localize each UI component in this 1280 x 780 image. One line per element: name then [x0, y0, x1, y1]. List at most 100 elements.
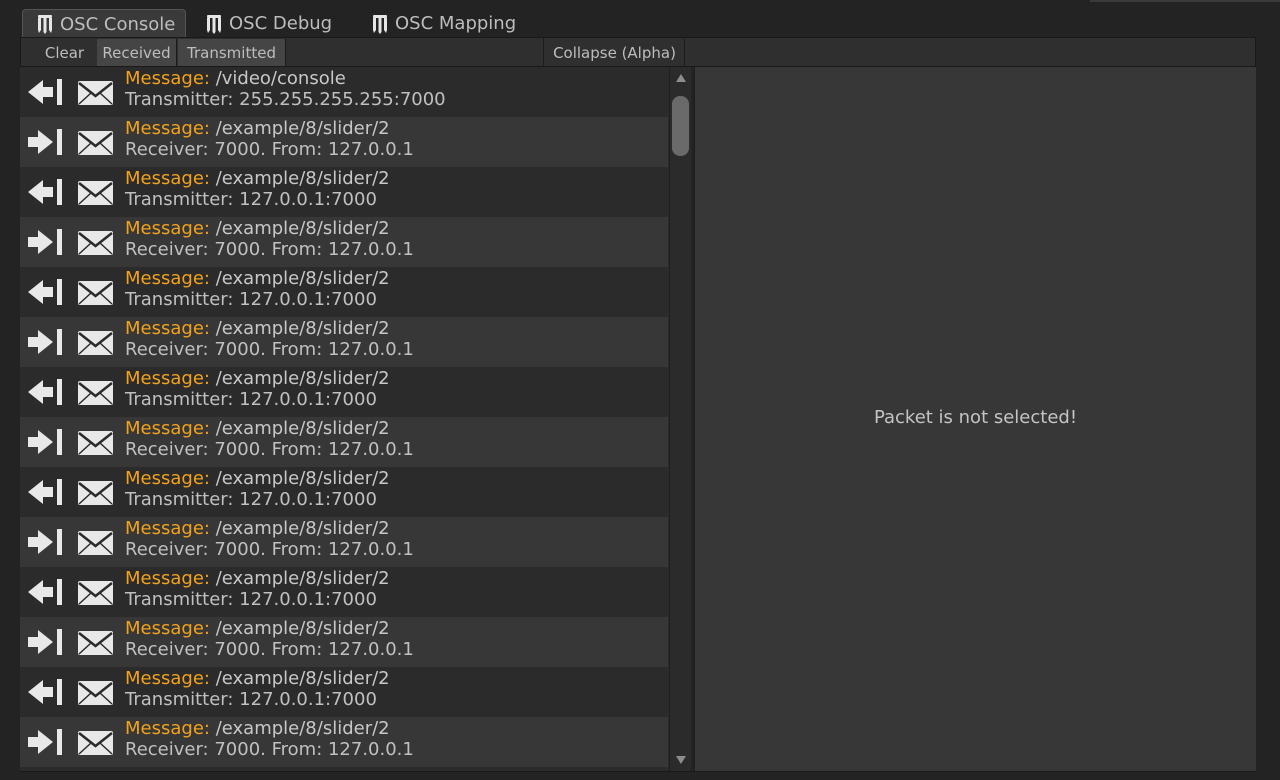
scroll-down-icon[interactable]	[676, 756, 686, 764]
packet-row[interactable]: Message: /example/8/slider/2 Receiver: 70…	[20, 217, 668, 267]
message-label: Message:	[125, 268, 210, 289]
packet-text: Message: /example/8/slider/2 Transmitter:…	[125, 268, 390, 310]
envelope-icon	[77, 130, 114, 156]
packet-endpoint: Receiver: 7000. From: 127.0.0.1	[125, 739, 414, 760]
packet-text: Message: /example/8/slider/2 Receiver: 70…	[125, 518, 414, 560]
message-label: Message:	[125, 618, 210, 639]
tab-label: OSC Mapping	[395, 13, 517, 34]
arrow-right-bar-icon	[26, 327, 66, 357]
packet-row[interactable]: Message: /example/8/slider/2 Receiver: 70…	[20, 617, 668, 667]
message-address: /example/8/slider/2	[215, 518, 390, 539]
packet-row[interactable]: Message: /example/8/slider/2 Receiver: 70…	[20, 117, 668, 167]
packet-text: Message: /example/8/slider/2 Receiver: 70…	[125, 718, 414, 760]
tab-bar: OSC Console OSC Debug OSC Mapping	[0, 0, 1280, 38]
envelope-icon	[77, 430, 114, 456]
packet-row[interactable]: Message: /example/8/slider/2 Receiver: 70…	[20, 517, 668, 567]
envelope-icon	[77, 80, 114, 106]
osc-console-window: OSC Console OSC Debug OSC Mapping Clear …	[0, 0, 1280, 780]
envelope-icon	[77, 380, 114, 406]
empty-state-text: Packet is not selected!	[873, 406, 1078, 428]
received-toggle[interactable]: Received	[97, 39, 177, 66]
packet-text: Message: /example/8/slider/2 Transmitter:…	[125, 368, 390, 410]
packet-row[interactable]: Message: /video/console Transmitter: 255.…	[20, 67, 668, 117]
packet-endpoint: Receiver: 7000. From: 127.0.0.1	[125, 239, 414, 260]
arrow-left-bar-icon	[26, 677, 66, 707]
arrow-left-bar-icon	[26, 377, 66, 407]
osc-logo-icon	[38, 15, 52, 34]
packet-text: Message: /example/8/slider/2 Transmitter:…	[125, 668, 390, 710]
envelope-icon	[77, 680, 114, 706]
message-label: Message:	[125, 368, 210, 389]
arrow-left-bar-icon	[26, 177, 66, 207]
packet-endpoint: Transmitter: 127.0.0.1:7000	[125, 589, 377, 610]
message-address: /example/8/slider/2	[215, 568, 390, 589]
message-label: Message:	[125, 468, 210, 489]
scrollbar-thumb[interactable]	[672, 96, 689, 156]
packet-list-scrollbar[interactable]	[669, 67, 691, 771]
arrow-right-bar-icon	[26, 427, 66, 457]
packet-text: Message: /video/console Transmitter: 255.…	[125, 68, 446, 110]
arrow-left-bar-icon	[26, 577, 66, 607]
packet-row[interactable]: Message: /example/8/slider/2 Receiver: 70…	[20, 317, 668, 367]
message-address: /example/8/slider/2	[215, 118, 390, 139]
packet-row[interactable]: Message: /example/8/slider/2 Receiver: 70…	[20, 717, 668, 767]
envelope-icon	[77, 180, 114, 206]
packet-endpoint: Receiver: 7000. From: 127.0.0.1	[125, 639, 414, 660]
message-address: /example/8/slider/2	[215, 218, 390, 239]
divider	[20, 771, 1256, 772]
transmitted-toggle[interactable]: Transmitted	[178, 39, 286, 66]
packet-row[interactable]: Message: /example/8/slider/2 Transmitter:…	[20, 467, 668, 517]
envelope-icon	[77, 280, 114, 306]
tab-osc-debug[interactable]: OSC Debug	[192, 9, 342, 38]
message-label: Message:	[125, 218, 210, 239]
arrow-right-bar-icon	[26, 627, 66, 657]
packet-text: Message: /example/8/slider/2 Receiver: 70…	[125, 418, 414, 460]
message-address: /example/8/slider/2	[215, 668, 390, 689]
message-label: Message:	[125, 518, 210, 539]
envelope-icon	[77, 580, 114, 606]
message-address: /example/8/slider/2	[215, 268, 390, 289]
message-label: Message:	[125, 718, 210, 739]
packet-text: Message: /example/8/slider/2 Transmitter:…	[125, 468, 390, 510]
message-address: /example/8/slider/2	[215, 718, 390, 739]
osc-logo-icon	[207, 14, 221, 34]
packet-text: Message: /example/8/slider/2 Transmitter:…	[125, 168, 390, 210]
packet-row[interactable]: Message: /example/8/slider/2 Transmitter:…	[20, 667, 668, 717]
message-address: /example/8/slider/2	[215, 418, 390, 439]
packet-detail-panel: Packet is not selected!	[694, 67, 1256, 771]
divider	[543, 38, 544, 67]
clear-button[interactable]: Clear	[29, 39, 101, 66]
packet-endpoint: Transmitter: 127.0.0.1:7000	[125, 289, 377, 310]
message-address: /example/8/slider/2	[215, 168, 390, 189]
tab-osc-console[interactable]: OSC Console	[22, 9, 186, 38]
packet-list[interactable]: Message: /video/console Transmitter: 255.…	[20, 67, 670, 771]
packet-endpoint: Transmitter: 127.0.0.1:7000	[125, 489, 377, 510]
packet-text: Message: /example/8/slider/2 Transmitter:…	[125, 568, 390, 610]
packet-row[interactable]: Message: /example/8/slider/2 Transmitter:…	[20, 267, 668, 317]
message-address: /example/8/slider/2	[215, 468, 390, 489]
scroll-up-icon[interactable]	[676, 74, 686, 82]
envelope-icon	[77, 230, 114, 256]
packet-endpoint: Receiver: 7000. From: 127.0.0.1	[125, 139, 414, 160]
message-label: Message:	[125, 568, 210, 589]
message-address: /example/8/slider/2	[215, 318, 390, 339]
osc-logo-icon	[373, 14, 387, 34]
packet-row[interactable]: Message: /example/8/slider/2 Receiver: 70…	[20, 417, 668, 467]
arrow-right-bar-icon	[26, 227, 66, 257]
tab-osc-mapping[interactable]: OSC Mapping	[358, 9, 528, 38]
packet-text: Message: /example/8/slider/2 Receiver: 70…	[125, 118, 414, 160]
packet-row[interactable]: Message: /example/8/slider/2 Transmitter:…	[20, 367, 668, 417]
envelope-icon	[77, 630, 114, 656]
packet-text: Message: /example/8/slider/2 Receiver: 70…	[125, 318, 414, 360]
collapse-toggle[interactable]: Collapse (Alpha)	[545, 39, 685, 66]
envelope-icon	[77, 530, 114, 556]
message-address: /video/console	[215, 68, 346, 89]
arrow-right-bar-icon	[26, 727, 66, 757]
packet-row[interactable]: Message: /example/8/slider/2 Transmitter:…	[20, 567, 668, 617]
packet-row[interactable]: Message: /example/8/slider/2 Transmitter:…	[20, 167, 668, 217]
packet-endpoint: Transmitter: 127.0.0.1:7000	[125, 389, 377, 410]
tab-label: OSC Debug	[229, 13, 333, 34]
envelope-icon	[77, 480, 114, 506]
envelope-icon	[77, 730, 114, 756]
envelope-icon	[77, 330, 114, 356]
